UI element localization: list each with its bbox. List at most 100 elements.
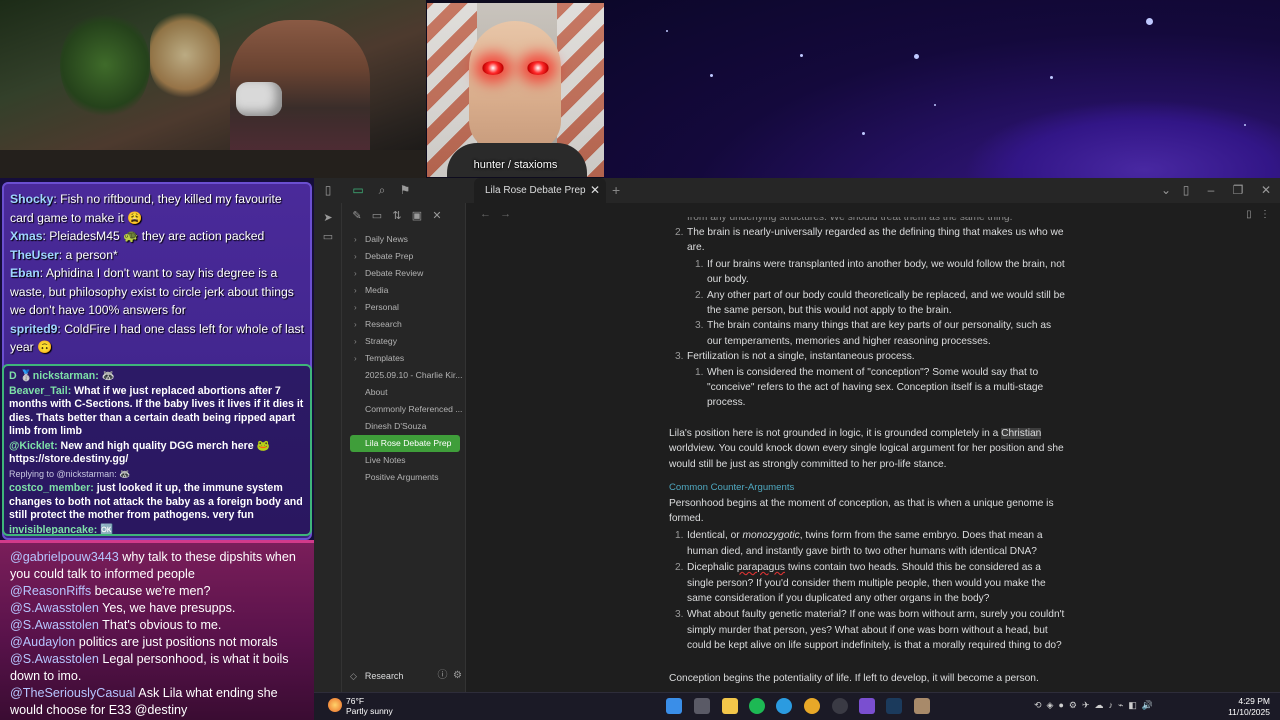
new-note-icon[interactable]: ✎: [350, 209, 364, 223]
help-settings-icons[interactable]: ⓘ ⚙: [437, 668, 462, 684]
tab-label: Lila Rose Debate Prep: [485, 185, 586, 196]
sidebar-toggle-icon[interactable]: ▯: [321, 183, 335, 197]
paragraph: Conception begins the potentiality of li…: [669, 672, 1039, 684]
panels-icon[interactable]: ▭: [321, 230, 335, 244]
steam-icon[interactable]: [886, 698, 902, 714]
collapse-icon[interactable]: ▣: [410, 209, 424, 223]
tab-lila-rose-debate-prep[interactable]: Lila Rose Debate Prep ✕: [474, 178, 606, 203]
weather-widget[interactable]: 76°F Partly sunny: [328, 696, 393, 716]
list-text: The brain is nearly-universally regarded…: [687, 227, 1064, 254]
chat-message: @ReasonRiffs because we're men?: [10, 583, 304, 600]
spotify-icon[interactable]: [749, 698, 765, 714]
chat-username: sprited9: [10, 321, 58, 336]
close-icon[interactable]: ✕: [590, 178, 600, 203]
tree-label: Templates: [365, 353, 405, 363]
chat-message: @gabrielpouw3443 why talk to these dipsh…: [10, 549, 304, 583]
chat-username: @S.Awasstolen: [10, 652, 99, 666]
chat-text: because we're men?: [91, 584, 211, 598]
chat-message: @TheSeriouslyCasual Ask Lila what ending…: [10, 685, 304, 719]
file-explorer-icon[interactable]: [722, 698, 738, 714]
title-bar: ▯ ▭ ⌕ ⚑ Lila Rose Debate Prep ✕ + ⌄ ▯ – …: [314, 178, 1280, 203]
folder-icon[interactable]: ▭: [351, 183, 365, 197]
star: [800, 54, 803, 57]
tree-file[interactable]: About: [342, 384, 466, 401]
tree-folder[interactable]: › Templates: [342, 350, 466, 367]
close-icon[interactable]: ✕: [430, 209, 444, 223]
tree-label: Live Notes: [365, 455, 406, 465]
obs-icon[interactable]: [832, 698, 848, 714]
paragraph: Personhood begins at the moment of conce…: [669, 497, 1054, 524]
search-icon[interactable]: ⌕: [375, 183, 389, 197]
tree-folder[interactable]: › Media: [342, 282, 466, 299]
chat-message: invisiblepancake: 🆗: [9, 524, 305, 535]
star: [934, 104, 936, 106]
chat-text: That's obvious to me.: [98, 618, 222, 632]
list-number: 2.: [675, 227, 684, 238]
maximize-icon[interactable]: ❐: [1231, 183, 1245, 197]
obsidian-icon[interactable]: [859, 698, 875, 714]
list-item: 3. The brain contains many things that ar…: [669, 318, 1067, 349]
tree-folder[interactable]: › Debate Review: [342, 265, 466, 282]
chevron-down-icon[interactable]: ⌄: [1159, 183, 1173, 197]
start-icon[interactable]: [666, 698, 682, 714]
game-icon[interactable]: [914, 698, 930, 714]
note-content[interactable]: from any underlying structures. We shoul…: [669, 217, 1067, 686]
chevron-right-icon: ›: [354, 337, 357, 346]
tree-folder[interactable]: › Daily News: [342, 231, 466, 248]
tree-folder[interactable]: › Debate Prep: [342, 248, 466, 265]
sort-icon[interactable]: ⇅: [390, 209, 404, 223]
file-tree: › Daily News › Debate Prep › Debate Review …: [342, 231, 466, 486]
tree-file[interactable]: Commonly Referenced ...: [342, 401, 466, 418]
clock[interactable]: 4:29 PM 11/10/2025: [1228, 696, 1270, 718]
bookmark-icon[interactable]: ⚑: [398, 183, 412, 197]
star: [710, 74, 713, 77]
close-window-icon[interactable]: ✕: [1259, 183, 1273, 197]
right-sidebar-icon[interactable]: ▯: [1179, 183, 1193, 197]
tree-label: Dinesh D'Souza: [365, 421, 427, 431]
chat-message: TheUser: a person*: [10, 246, 304, 265]
glowing-eye-left: [482, 61, 504, 75]
send-icon[interactable]: ➤: [321, 211, 335, 225]
list-number: 3.: [675, 609, 684, 621]
tree-file[interactable]: 2025.09.10 - Charlie Kir...: [342, 367, 466, 384]
tree-folder[interactable]: › Research: [342, 316, 466, 333]
edge-icon[interactable]: [776, 698, 792, 714]
tree-file[interactable]: Positive Arguments: [342, 469, 466, 486]
tree-file[interactable]: Dinesh D'Souza: [342, 418, 466, 435]
tree-label: Personal: [365, 302, 399, 312]
task-view-icon[interactable]: [694, 698, 710, 714]
chat-reply-note: Replying to @nickstarman: 🦝: [9, 468, 305, 482]
chat-username: TheUser: [10, 247, 59, 262]
nav-arrows-icon[interactable]: ← →: [480, 208, 511, 220]
reading-view-icon[interactable]: ▯ ⋮: [1246, 209, 1270, 220]
new-tab-icon[interactable]: +: [612, 182, 620, 198]
chat-message: @Audaylon politics are just positions no…: [10, 634, 304, 651]
new-folder-icon[interactable]: ▭: [370, 209, 384, 223]
editor-pane[interactable]: ← → ▯ ⋮ from any underlying structures. …: [466, 203, 1280, 692]
chrome-icon[interactable]: [804, 698, 820, 714]
minimize-icon[interactable]: –: [1204, 183, 1218, 197]
list-number: 1.: [675, 530, 684, 542]
tree-label: Debate Prep: [365, 251, 414, 261]
chat-text: Replying to @nickstarman: 🦝: [9, 468, 131, 479]
ribbon: ➤ ▭: [314, 203, 342, 692]
tree-file-active[interactable]: Lila Rose Debate Prep: [350, 435, 460, 452]
chat-text: : PleiadesM45 🐢 they are action packed: [42, 229, 265, 243]
chat-text: politics are just positions not morals: [75, 635, 278, 649]
streamer-webcam: [0, 0, 426, 178]
tree-label: Research: [365, 319, 402, 329]
vault-switcher[interactable]: ◇ Research ⓘ ⚙: [350, 668, 462, 684]
list-text: Any other part of our body could theoret…: [707, 289, 1065, 317]
chat-text: Yes, we have presupps.: [98, 601, 236, 615]
chat-text: : Aphidina I don't want to say his degre…: [10, 266, 294, 317]
chevron-right-icon: ›: [354, 269, 357, 278]
tree-file[interactable]: Live Notes: [342, 452, 466, 469]
chat-username: Shocky: [10, 192, 54, 206]
star: [1050, 76, 1053, 79]
system-tray-icons[interactable]: ⟲◈●⚙✈☁♪⌁◧🔊: [1034, 700, 1158, 711]
tree-folder[interactable]: › Strategy: [342, 333, 466, 350]
star: [1244, 124, 1246, 126]
chat-username: D 🥈nickstarman:: [9, 370, 99, 382]
list-number: 2.: [695, 289, 704, 301]
tree-folder[interactable]: › Personal: [342, 299, 466, 316]
